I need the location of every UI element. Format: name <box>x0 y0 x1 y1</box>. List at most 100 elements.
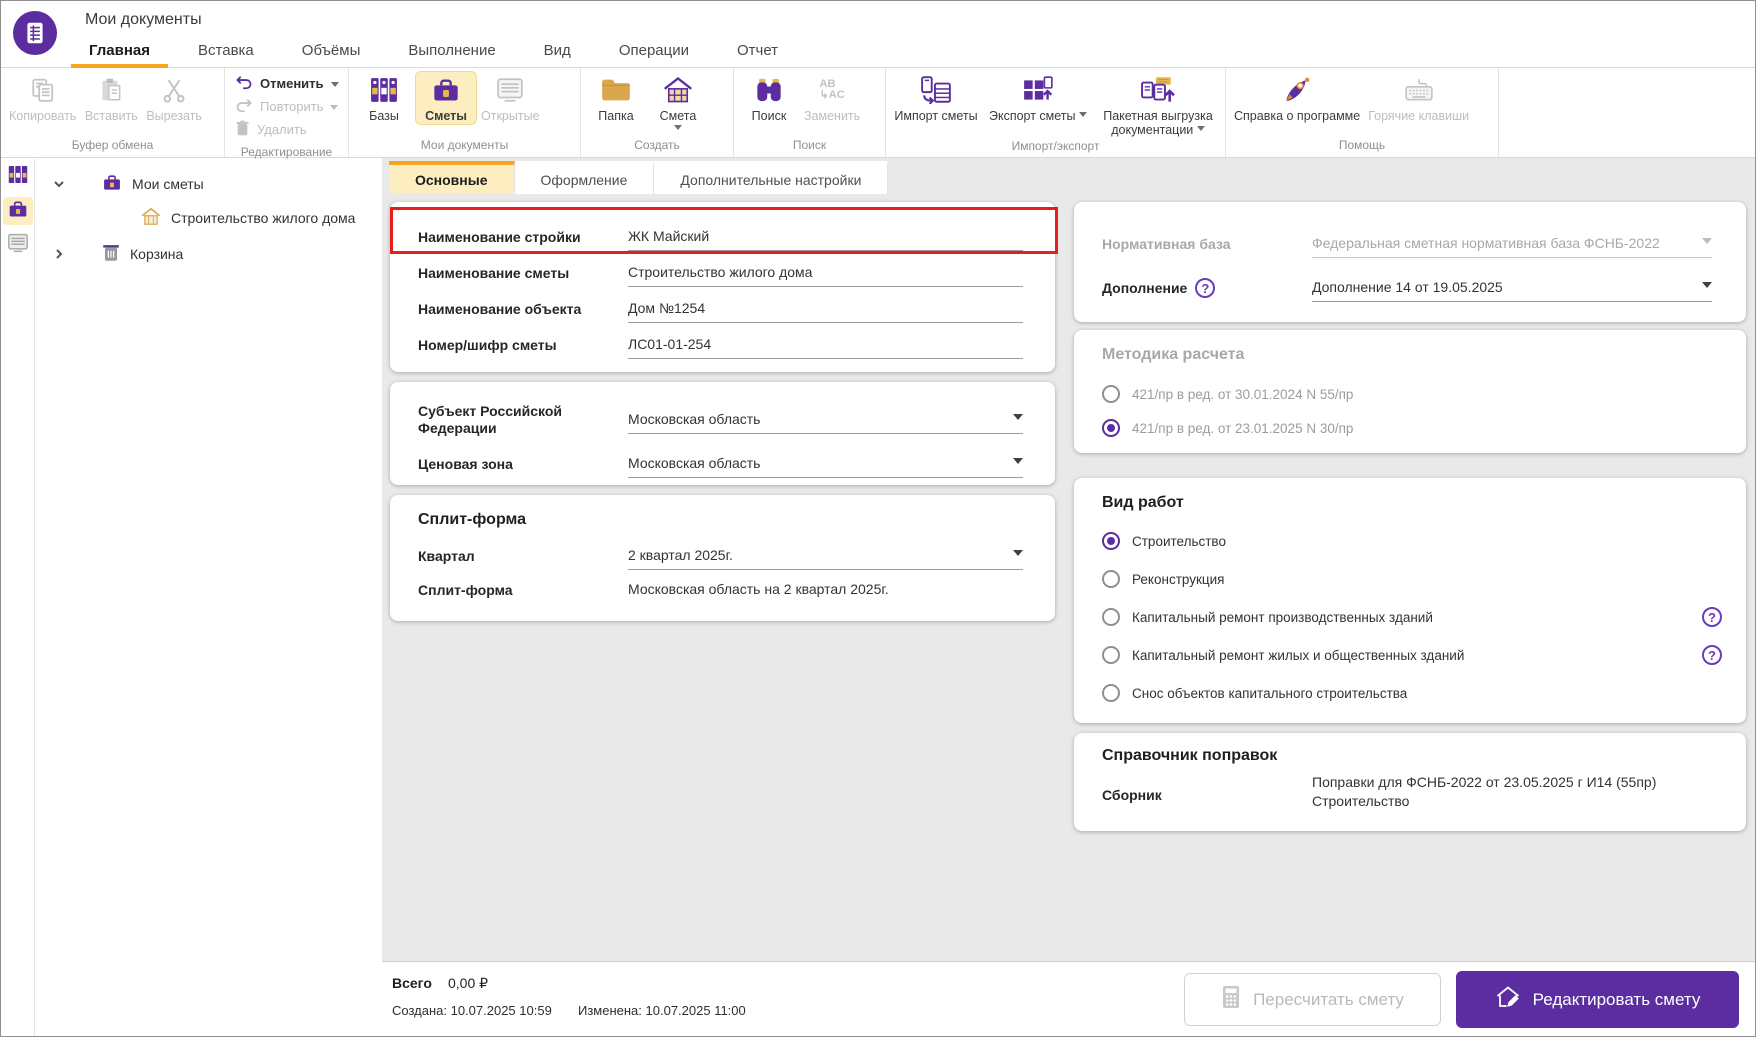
tab-design[interactable]: Оформление <box>514 161 655 194</box>
bases-button[interactable]: Базы <box>353 71 415 125</box>
rocket-icon <box>1282 75 1312 105</box>
paste-button[interactable]: Вставить <box>80 71 142 125</box>
tab-extra-settings[interactable]: Дополнительные настройки <box>654 161 889 194</box>
help-icon[interactable]: ? <box>1702 645 1722 665</box>
object-name-input[interactable]: Дом №1254 <box>628 296 1023 323</box>
edit-house-icon <box>1495 985 1521 1014</box>
search-button[interactable]: Поиск <box>738 71 800 125</box>
menu-tab-obyomy[interactable]: Объёмы <box>278 34 385 67</box>
briefcase-icon <box>7 199 29 224</box>
batch-caret[interactable] <box>1196 126 1205 135</box>
price-zone-select[interactable]: Московская область <box>628 451 1023 478</box>
menu-tab-glavnaya[interactable]: Главная <box>65 34 174 68</box>
scissors-icon <box>161 75 187 105</box>
copy-button[interactable]: Копировать <box>5 71 80 125</box>
estimate-code-input[interactable]: ЛС01-01-254 <box>628 332 1023 359</box>
field-price-zone: Ценовая зона Московская область <box>418 444 1037 484</box>
menu-tab-otchet[interactable]: Отчет <box>713 34 802 67</box>
card-method: Методика расчета 421/пр в ред. от 30.01.… <box>1074 330 1746 453</box>
card-estimate-names: Наименование стройки ЖК Майский Наименов… <box>390 202 1055 372</box>
estimates-button[interactable]: Сметы <box>415 71 477 125</box>
menu-tab-operacii[interactable]: Операции <box>595 34 713 67</box>
radio-checked-icon[interactable] <box>1102 532 1120 550</box>
work-type-option-demolition[interactable]: Снос объектов капитального строительства <box>1102 674 1726 712</box>
binoculars-icon <box>755 75 783 105</box>
cut-button[interactable]: Вырезать <box>142 71 206 125</box>
work-type-option-construction[interactable]: Строительство <box>1102 522 1726 560</box>
radio-icon[interactable] <box>1102 646 1120 664</box>
redo-button[interactable]: Повторить <box>235 97 339 116</box>
ribbon-group-label: Мои документы <box>420 138 509 152</box>
undo-button[interactable]: Отменить <box>235 74 339 93</box>
radio-icon[interactable] <box>1102 570 1120 588</box>
method-option-1[interactable]: 421/пр в ред. от 30.01.2024 N 55/пр <box>1102 378 1726 410</box>
import-estimate-button[interactable]: Импорт сметы <box>890 71 982 125</box>
field-supplement: Дополнение? Дополнение 14 от 19.05.2025 <box>1102 266 1726 310</box>
create-estimate-button[interactable]: Смета <box>647 71 709 136</box>
created-timestamp: Создана: 10.07.2025 10:59 <box>392 1003 552 1018</box>
work-type-title: Вид работ <box>1102 494 1184 511</box>
recalculate-button[interactable]: Пересчитать смету <box>1184 973 1441 1026</box>
normative-base-select: Федеральная сметная нормативная база ФСН… <box>1312 231 1712 258</box>
undo-dropdown-caret[interactable] <box>330 81 339 91</box>
window-title: Мои документы <box>85 11 202 28</box>
work-type-option-residential-repair[interactable]: Капитальный ремонт жилых и общественных … <box>1102 636 1726 674</box>
method-option-2[interactable]: 421/пр в ред. от 23.01.2025 N 30/пр <box>1102 410 1726 446</box>
chevron-down-icon[interactable] <box>52 178 66 190</box>
help-icon[interactable]: ? <box>1195 278 1216 298</box>
construction-name-input[interactable]: ЖК Майский <box>628 224 1023 251</box>
help-icon[interactable]: ? <box>1702 607 1722 627</box>
tree-item-estimate[interactable]: Строительство жилого дома <box>141 206 355 230</box>
about-button[interactable]: Справка о программе <box>1230 71 1364 125</box>
modified-timestamp: Изменена: 10.07.2025 11:00 <box>578 1003 746 1018</box>
redo-dropdown-caret[interactable] <box>330 104 339 114</box>
menu-tab-vid[interactable]: Вид <box>520 34 595 67</box>
export-estimate-button[interactable]: Экспорт сметы <box>982 71 1094 125</box>
region-select[interactable]: Московская область <box>628 407 1023 434</box>
radio-icon[interactable] <box>1102 608 1120 626</box>
main-content: Основные Оформление Дополнительные настр… <box>382 158 1755 961</box>
menu-tab-vstavka[interactable]: Вставка <box>174 34 278 67</box>
export-caret[interactable] <box>1079 112 1087 121</box>
binders-icon <box>8 165 28 189</box>
create-estimate-caret[interactable] <box>674 125 682 134</box>
quarter-select[interactable]: 2 квартал 2025г. <box>628 543 1023 570</box>
rail-bases-button[interactable] <box>3 163 33 191</box>
work-type-option-industrial-repair[interactable]: Капитальный ремонт производственных здан… <box>1102 598 1726 636</box>
left-rail <box>1 159 35 1036</box>
open-documents-button[interactable]: Открытые <box>477 71 544 125</box>
edit-estimate-button[interactable]: Редактировать смету <box>1456 971 1739 1028</box>
radio-checked-icon[interactable] <box>1102 419 1120 437</box>
radio-icon[interactable] <box>1102 385 1120 403</box>
app-window: Мои документы Главная Вставка Объёмы Вып… <box>0 0 1756 1037</box>
radio-icon[interactable] <box>1102 684 1120 702</box>
chevron-down-icon[interactable] <box>1013 549 1023 561</box>
hotkeys-button[interactable]: Горячие клавиши <box>1364 71 1473 125</box>
estimate-name-input[interactable]: Строительство жилого дома <box>628 260 1023 287</box>
create-folder-button[interactable]: Папка <box>585 71 647 125</box>
chevron-down-icon[interactable] <box>1013 457 1023 469</box>
card-split-form: Сплит-форма Квартал 2 квартал 2025г. Спл… <box>390 495 1055 621</box>
field-region: Субъект Российской Федерации Московская … <box>418 396 1037 444</box>
work-type-option-reconstruction[interactable]: Реконструкция <box>1102 560 1726 598</box>
replace-icon: AB ↳AC <box>819 78 845 101</box>
delete-button[interactable]: Удалить <box>235 120 339 139</box>
copy-icon <box>30 75 56 105</box>
tree-item-trash[interactable]: Корзина <box>52 242 183 266</box>
chevron-down-icon[interactable] <box>1702 281 1712 293</box>
rail-open-button[interactable] <box>3 231 33 259</box>
menu-tab-vypolnenie[interactable]: Выполнение <box>384 34 519 67</box>
undo-icon <box>235 75 253 93</box>
split-form-value: Московская область на 2 квартал 2025г. <box>628 581 889 597</box>
keyboard-icon <box>1404 75 1434 105</box>
tree-item-my-estimates[interactable]: Мои сметы <box>52 172 204 196</box>
field-estimate-code: Номер/шифр сметы ЛС01-01-254 <box>418 327 1037 363</box>
chevron-right-icon[interactable] <box>52 248 66 260</box>
rail-estimates-button[interactable] <box>2 197 33 225</box>
chevron-down-icon[interactable] <box>1013 413 1023 425</box>
tab-main[interactable]: Основные <box>389 161 515 194</box>
replace-button[interactable]: AB ↳AC Заменить <box>800 71 864 125</box>
supplement-select[interactable]: Дополнение 14 от 19.05.2025 <box>1312 275 1712 302</box>
split-form-title: Сплит-форма <box>418 511 527 528</box>
batch-upload-button[interactable]: Пакетная выгрузка документации <box>1094 71 1222 139</box>
